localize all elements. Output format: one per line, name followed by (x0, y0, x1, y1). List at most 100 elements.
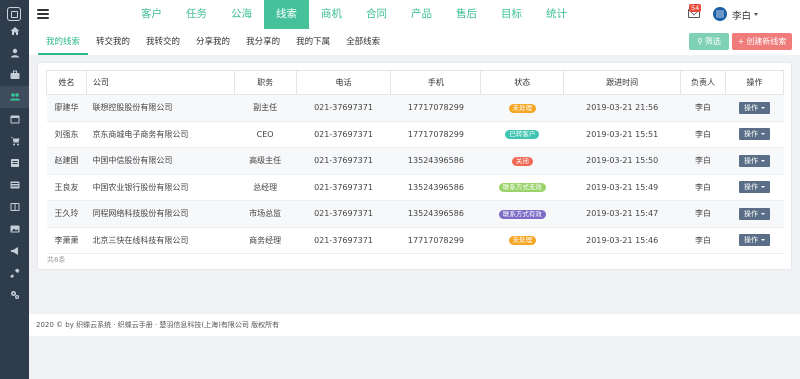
filter-icon: ⚲ (697, 37, 703, 46)
nav-item-leads[interactable]: 线索 (264, 0, 309, 29)
row-actions-button[interactable]: 操作 (738, 181, 770, 194)
nav-item-contract[interactable]: 合同 (354, 0, 399, 29)
home-icon[interactable] (0, 20, 29, 42)
tab-shared-by-me[interactable]: 我分享的 (238, 29, 288, 55)
header-name[interactable]: 姓名 (46, 70, 87, 95)
header-status[interactable]: 状态 (480, 70, 565, 95)
user-icon[interactable] (0, 42, 29, 64)
status-badge: 联系方式无效 (498, 183, 546, 193)
app-logo-icon[interactable] (7, 7, 21, 21)
row-actions-button[interactable]: 操作 (738, 234, 770, 247)
cell-title: 市场总监 (234, 200, 297, 228)
cell-name[interactable]: 李萧萧 (46, 226, 87, 254)
table-row[interactable]: 王久玲 同程网络科技股份有限公司 市场总监 021-37697371 135243965… (46, 200, 784, 228)
briefcase-icon[interactable] (0, 64, 29, 86)
cell-owner: 李白 (680, 226, 726, 254)
cell-name[interactable]: 廖建华 (46, 94, 87, 122)
cell-owner: 李白 (680, 200, 726, 228)
users-icon[interactable] (0, 86, 29, 108)
cell-company[interactable]: 京东商城电子商务有限公司 (86, 120, 235, 148)
nav-item-customer[interactable]: 客户 (129, 0, 174, 29)
filter-button[interactable]: ⚲ 筛选 (689, 33, 729, 50)
cell-mobile: 17717078299 (390, 94, 481, 122)
header-company[interactable]: 公司 (85, 70, 235, 95)
tab-all-leads[interactable]: 全部线索 (338, 29, 388, 55)
avatar[interactable] (713, 7, 727, 21)
row-actions-button[interactable]: 操作 (738, 207, 770, 220)
caret-down-icon (760, 186, 765, 189)
header-actions: 操作 (724, 70, 785, 95)
row-actions-button[interactable]: 操作 (738, 101, 770, 114)
row-actions-label: 操作 (743, 183, 758, 192)
tab-shared-to-me[interactable]: 分享我的 (188, 29, 238, 55)
cell-company[interactable]: 北京三快在线科技有限公司 (86, 226, 235, 254)
nav-item-task[interactable]: 任务 (174, 0, 219, 29)
top-nav: 客户 任务 公海 线索 商机 合同 产品 售后 目标 统计 (129, 0, 579, 29)
cell-company[interactable]: 联想控股股份有限公司 (86, 94, 235, 122)
cell-name[interactable]: 王久玲 (46, 200, 87, 228)
columns-icon[interactable] (0, 196, 29, 218)
cell-status: 联系方式无效 (480, 173, 564, 201)
calendar-icon[interactable] (0, 108, 29, 130)
tab-my-leads[interactable]: 我的线索 (38, 29, 89, 55)
list-icon[interactable] (0, 174, 29, 196)
nav-item-product[interactable]: 产品 (399, 0, 444, 29)
plus-icon: + (737, 37, 745, 46)
status-badge: 未处理 (508, 103, 537, 113)
cell-followup-time: 2019-03-21 15:50 (563, 147, 681, 175)
cell-actions: 操作 (725, 94, 784, 122)
cell-company[interactable]: 中国中信股份有限公司 (86, 147, 235, 175)
create-lead-button[interactable]: + 创建新线索 (732, 33, 792, 50)
header-followup-time[interactable]: 跟进时间 (563, 70, 682, 95)
megaphone-icon[interactable] (0, 240, 29, 262)
cell-title: 副主任 (234, 94, 297, 122)
cell-owner: 李白 (680, 94, 726, 122)
nav-item-after-sales[interactable]: 售后 (444, 0, 489, 29)
leads-table: 姓名 公司 职务 电话 手机 状态 跟进时间 负责人 操作 廖建华 联想控股股份有… (46, 70, 785, 254)
cart-icon[interactable] (0, 130, 29, 152)
caret-down-icon (760, 106, 765, 109)
nav-item-statistics[interactable]: 统计 (534, 0, 579, 29)
menu-toggle-icon[interactable] (37, 9, 49, 19)
tools-icon[interactable] (0, 262, 29, 284)
tab-subordinates[interactable]: 我的下属 (288, 29, 338, 55)
status-badge: 关闭 (511, 156, 533, 166)
settings-icon[interactable] (0, 284, 29, 306)
cell-company[interactable]: 同程网络科技股份有限公司 (86, 200, 235, 228)
cell-name[interactable]: 王良友 (46, 173, 87, 201)
caret-down-icon (760, 159, 765, 162)
tab-transferred-by-me[interactable]: 我转交的 (138, 29, 188, 55)
header-title[interactable]: 职务 (233, 70, 297, 95)
row-actions-label: 操作 (743, 103, 758, 112)
table-row[interactable]: 刘强东 京东商城电子商务有限公司 CEO 021-37697371 1771707829… (46, 120, 784, 148)
book-icon[interactable] (0, 152, 29, 174)
nav-item-opportunity[interactable]: 商机 (309, 0, 354, 29)
side-rail (0, 0, 29, 379)
mail-count-badge: 54 (689, 4, 702, 12)
cell-title: CEO (234, 120, 297, 148)
create-label: 创建新线索 (746, 37, 787, 46)
table-row[interactable]: 廖建华 联想控股股份有限公司 副主任 021-37697371 17717078299 未… (46, 94, 784, 122)
image-icon[interactable] (0, 218, 29, 240)
status-badge: 未处理 (508, 236, 537, 246)
row-actions-button[interactable]: 操作 (738, 154, 770, 167)
user-name[interactable]: 李白 (732, 8, 751, 22)
cell-phone: 021-37697371 (296, 147, 391, 175)
cell-actions: 操作 (725, 226, 784, 254)
header-phone[interactable]: 电话 (295, 70, 392, 95)
row-actions-button[interactable]: 操作 (738, 128, 770, 141)
nav-item-public-pool[interactable]: 公海 (219, 0, 264, 29)
table-row[interactable]: 赵建国 中国中信股份有限公司 高级主任 021-37697371 13524396586… (46, 147, 784, 175)
cell-name[interactable]: 赵建国 (46, 147, 87, 175)
cell-name[interactable]: 刘强东 (46, 120, 87, 148)
tab-transferred-to-me[interactable]: 转交我的 (88, 29, 138, 55)
total-count: 共6条 (47, 256, 66, 264)
cell-company[interactable]: 中国农业银行股份有限公司 (86, 173, 235, 201)
header-owner[interactable]: 负责人 (680, 70, 726, 95)
table-row[interactable]: 王良友 中国农业银行股份有限公司 总经理 021-37697371 1352439658… (46, 173, 784, 201)
header-mobile[interactable]: 手机 (390, 70, 482, 95)
table-row[interactable]: 李萧萧 北京三快在线科技有限公司 商务经理 021-37697371 177170782… (46, 226, 784, 254)
footer: 2020 © by 织蝶云系统 · 织蝶云手册 · 楚羽信息科技(上海)有限公司… (29, 314, 800, 336)
chevron-down-icon[interactable] (754, 13, 758, 16)
nav-item-target[interactable]: 目标 (489, 0, 534, 29)
